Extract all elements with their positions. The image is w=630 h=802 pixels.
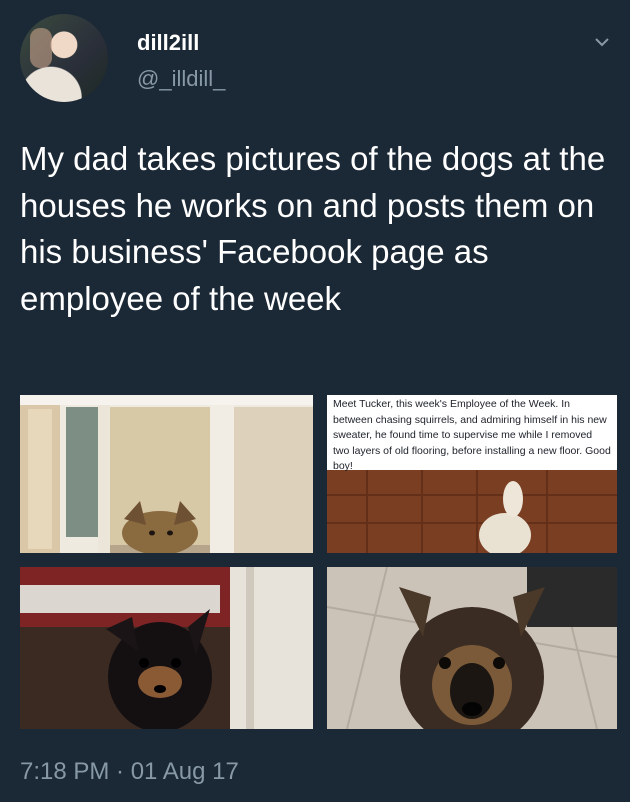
tweet-timestamp[interactable]: 7:18 PM · 01 Aug 17 xyxy=(20,758,239,786)
photo-german-shepherd[interactable] xyxy=(327,567,617,729)
tweet-text: My dad takes pictures of the dogs at the… xyxy=(20,140,606,317)
avatar[interactable] xyxy=(20,14,108,102)
photo-min-pin[interactable] xyxy=(20,567,313,729)
chevron-down-icon[interactable] xyxy=(594,34,610,50)
display-name[interactable]: dill2ill xyxy=(137,30,199,56)
photo-tucker-caption[interactable]: Meet Tucker, this week's Employee of the… xyxy=(327,395,617,553)
photo-dog-doorway[interactable] xyxy=(20,395,313,553)
photo-caption-text: Meet Tucker, this week's Employee of the… xyxy=(327,395,617,472)
user-handle[interactable]: @_illdill_ xyxy=(137,66,225,92)
